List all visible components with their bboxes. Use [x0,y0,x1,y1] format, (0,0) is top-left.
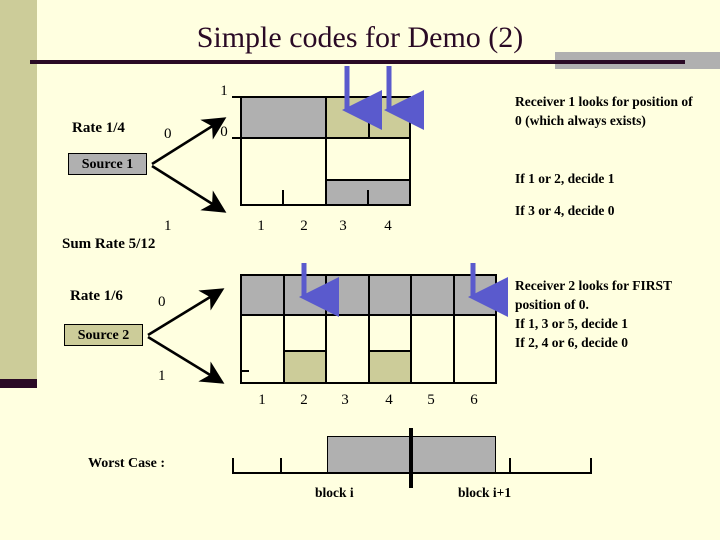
receiver1-paragraph-3: If 3 or 4, decide 0 [515,203,615,218]
worst-case-label: Worst Case : [88,456,165,471]
code2-step-4 [369,350,410,352]
code1-y-label-1: 1 [220,83,228,99]
code1-x-tick-2: 2 [300,218,308,234]
code2-left-foot-tick [240,370,249,372]
code1-x-tick-4: 4 [384,218,392,234]
slide-canvas: Simple codes for Demo (2) Rate 1/4 Sourc… [0,0,720,540]
code2-x-tick-1: 1 [258,392,266,408]
code2-step-2 [284,350,325,352]
source2-rate-label: Rate 1/6 [70,288,123,304]
code1-cell-1-2-top [241,97,325,138]
left-accent-band [0,0,37,379]
receiver2-paragraph-3: If 2, 4 or 6, decide 0 [515,335,628,350]
worst-case-tick-0 [232,458,234,474]
code1-down-arrow-pos3 [342,66,382,130]
code2-x-tick-3: 3 [341,392,349,408]
code1-tick-3-4 [367,190,369,206]
code1-left-edge [240,96,242,206]
code2-split-2-3 [325,274,327,384]
code1-y-label-0: 0 [220,124,228,140]
worst-case-tick-1 [280,458,282,474]
source1-rate-label: Rate 1/4 [72,120,125,136]
sum-rate-label: Sum Rate 5/12 [62,236,156,252]
code2-x-tick-5: 5 [427,392,435,408]
code2-x-tick-2: 2 [300,392,308,408]
code2-split-1-2 [283,274,285,384]
source1-branch-1-label: 1 [164,218,172,234]
worst-case-tick-3 [590,458,592,474]
code1-tick-y0 [232,137,241,139]
code2-split-4-5 [410,274,412,384]
code1-tick-y1 [232,96,241,98]
code2-cell-2-bottom [284,351,325,384]
code2-cell-4-bottom [369,351,410,384]
code1-right-edge [409,96,411,206]
code2-down-arrow-pos6 [468,263,508,317]
left-accent-footer [0,379,37,388]
page-title: Simple codes for Demo (2) [196,21,524,54]
code1-down-arrow-pos4 [384,66,424,130]
receiver2-paragraph-1: Receiver 2 looks for FIRST position of 0… [515,278,672,312]
source2-branch-arrows [147,288,225,384]
source2-branch-0-label: 0 [158,294,166,310]
code2-x-tick-4: 4 [385,392,393,408]
code2-right-edge [495,274,497,384]
code2-split-3-4 [368,274,370,384]
worst-case-tick-2 [509,458,511,474]
receiver1-paragraph-2: If 1 or 2, decide 1 [515,171,615,186]
code1-split-3-4 [368,96,370,138]
code1-tick-1-2 [282,190,284,206]
code2-down-arrow-pos2 [299,263,339,317]
title-rule [30,60,685,64]
code2-x-tick-6: 6 [470,392,478,408]
receiver1-paragraph-1: Receiver 1 looks for position of 0 (whic… [515,94,693,128]
code2-split-5-6 [453,274,455,384]
code1-bottom-step [326,179,410,181]
code2-left-edge [240,274,242,384]
code1-split-2-3 [325,96,327,206]
worst-case-block-i-label: block i [315,485,354,500]
code1-x-tick-1: 1 [257,218,265,234]
worst-case-boundary-marker [409,428,413,488]
source1-branch-0-label: 0 [164,126,172,142]
worst-case-block-i1-label: block i+1 [458,485,512,500]
receiver2-paragraph-2: If 1, 3 or 5, decide 1 [515,316,628,331]
code1-x-tick-3: 3 [339,218,347,234]
source2-branch-1-label: 1 [158,368,166,384]
source2-box: Source 2 [64,324,143,346]
source1-box: Source 1 [68,153,147,175]
